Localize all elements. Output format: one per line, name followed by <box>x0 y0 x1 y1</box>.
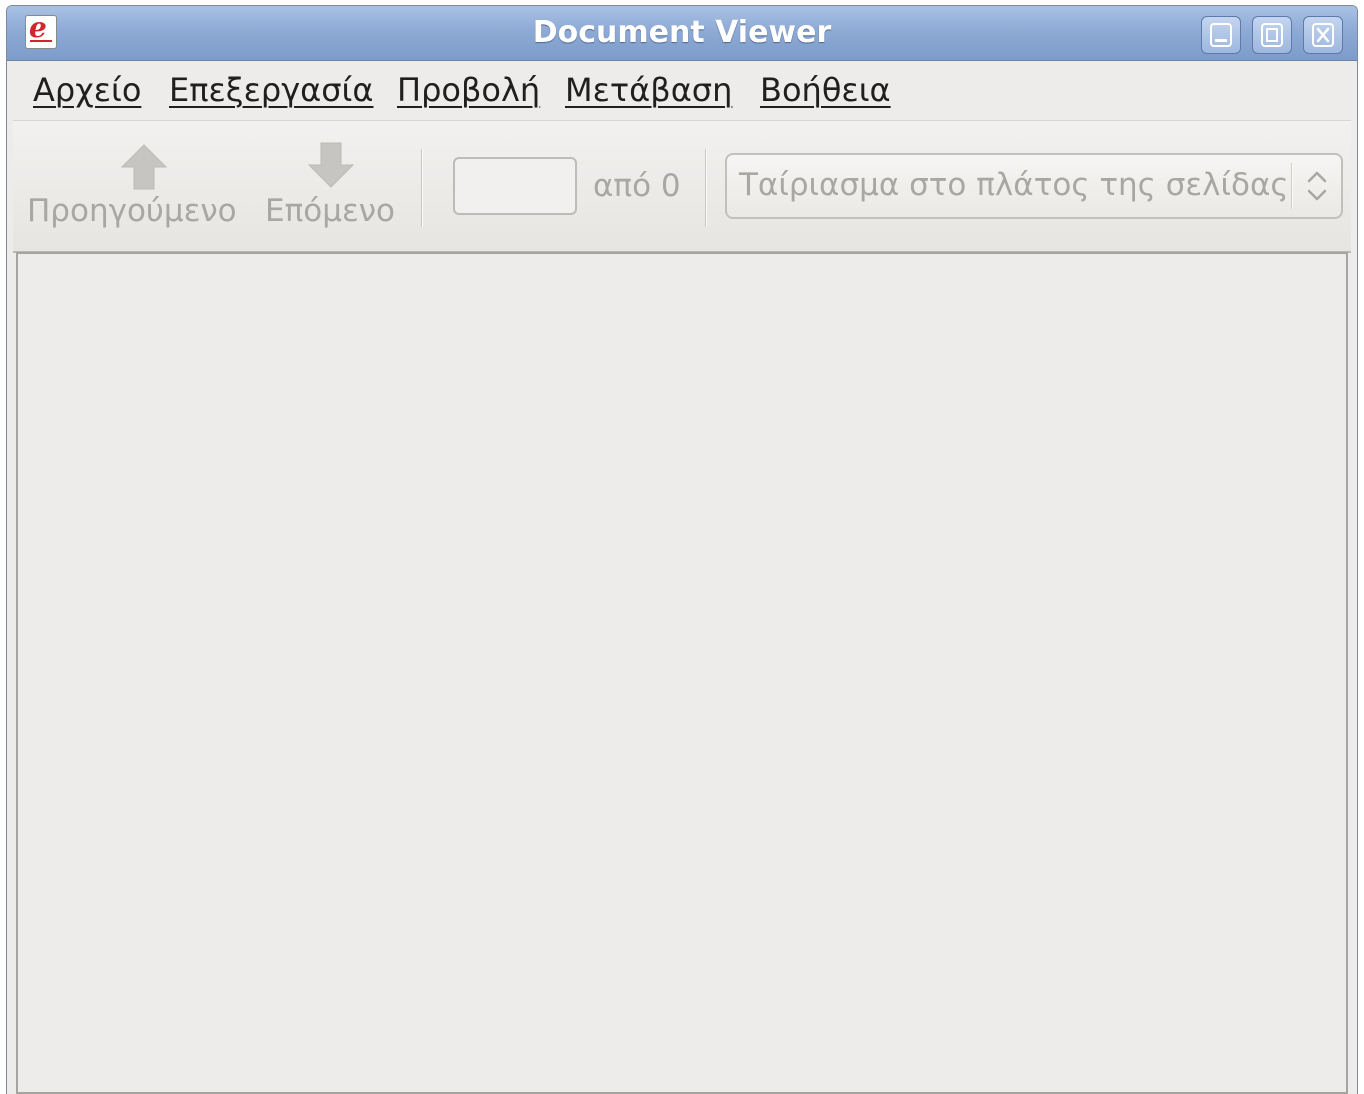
toolbar-separator <box>705 149 707 227</box>
close-button[interactable] <box>1303 16 1343 54</box>
zoom-selected-value: Ταίριασμα στο πλάτος της σελίδας <box>739 167 1289 203</box>
menu-help[interactable]: Βοήθεια <box>760 61 891 119</box>
next-label: Επόμενο <box>265 193 395 229</box>
menu-view[interactable]: Προβολή <box>397 61 540 119</box>
menu-edit[interactable]: Επεξεργασία <box>169 61 373 119</box>
window-title: Document Viewer <box>532 15 832 50</box>
menu-bar: Αρχείο Επεξεργασία Προβολή Μετάβαση Βοήθ… <box>7 61 1357 119</box>
zoom-divider <box>1291 163 1293 209</box>
toolbar: Προηγούμενο Επόμενο από 0 Ταίριασμα στο … <box>13 120 1351 253</box>
page-count-label: από 0 <box>593 168 681 204</box>
previous-page-button[interactable]: Προηγούμενο <box>27 121 249 249</box>
zoom-select[interactable]: Ταίριασμα στο πλάτος της σελίδας <box>725 153 1343 219</box>
page-number-input[interactable] <box>453 157 577 215</box>
close-icon <box>1312 23 1334 47</box>
arrow-down-icon <box>307 142 355 188</box>
document-viewer-window: e Document Viewer Αρχείο Επεξεργασία Προ… <box>6 5 1358 1094</box>
maximize-button[interactable] <box>1252 16 1292 54</box>
title-bar[interactable]: e Document Viewer <box>7 6 1357 61</box>
toolbar-separator <box>421 149 423 227</box>
minimize-icon <box>1210 23 1232 47</box>
maximize-icon <box>1261 23 1283 47</box>
menu-go[interactable]: Μετάβαση <box>565 61 732 119</box>
menu-file[interactable]: Αρχείο <box>33 61 141 119</box>
updown-chevron-icon <box>1307 171 1327 201</box>
previous-label: Προηγούμενο <box>27 193 237 229</box>
document-view-area[interactable] <box>16 252 1348 1094</box>
next-page-button[interactable]: Επόμενο <box>261 121 401 249</box>
arrow-up-icon <box>120 144 168 190</box>
minimize-button[interactable] <box>1201 16 1241 54</box>
